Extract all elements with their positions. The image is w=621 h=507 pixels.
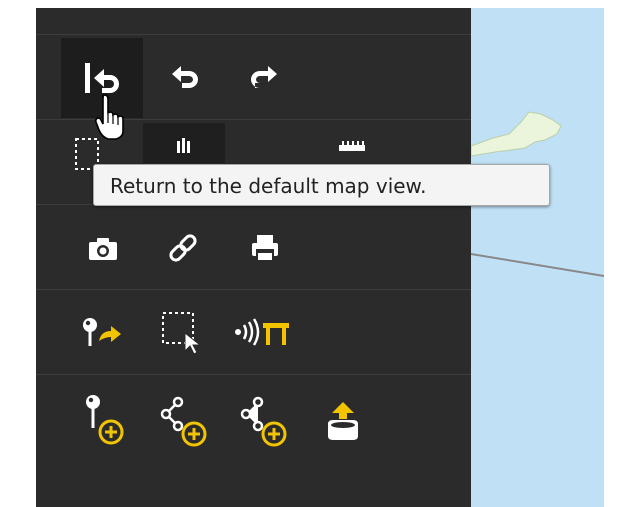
upload-button[interactable] [313,391,373,451]
pin-route-icon [83,318,121,346]
add-polygon-button[interactable] [233,388,293,454]
return-to-start-icon [85,63,119,93]
tooltip-text: Return to the default map view. [110,174,427,198]
add-point-button[interactable] [73,388,133,454]
toolbar-divider [36,374,471,375]
pan-button[interactable] [143,123,225,163]
select-area-cursor-icon [162,312,202,355]
undo-arrow-icon [172,66,198,88]
map-background [471,111,604,277]
toolbar-divider [36,34,471,35]
tooltip: Return to the default map view. [93,164,550,206]
hand-cursor-icon [94,94,124,140]
printer-icon [252,235,278,262]
signal-tower-icon [235,318,289,346]
add-line-button[interactable] [153,388,213,454]
add-polygon-icon [240,396,287,447]
share-link-button[interactable] [153,218,213,278]
add-line-icon [160,396,207,447]
ruler-icon [339,141,365,151]
broadcast-button[interactable] [230,302,296,362]
route-button[interactable] [73,302,133,362]
measure-button[interactable] [316,123,386,163]
screenshot-button[interactable] [73,218,133,278]
previous-view-button[interactable] [156,48,216,108]
map-canvas[interactable] [471,8,604,507]
link-icon [169,234,197,262]
camera-icon [89,238,117,260]
upload-icon [328,402,358,440]
redo-arrow-icon [251,66,277,88]
add-point-icon [86,395,124,445]
next-view-button[interactable] [233,48,293,108]
hand-pan-icon [177,138,190,153]
print-button[interactable] [235,218,295,278]
map-toolbar-panel [36,8,471,507]
toolbar-divider [36,289,471,290]
select-features-button[interactable] [153,302,213,362]
